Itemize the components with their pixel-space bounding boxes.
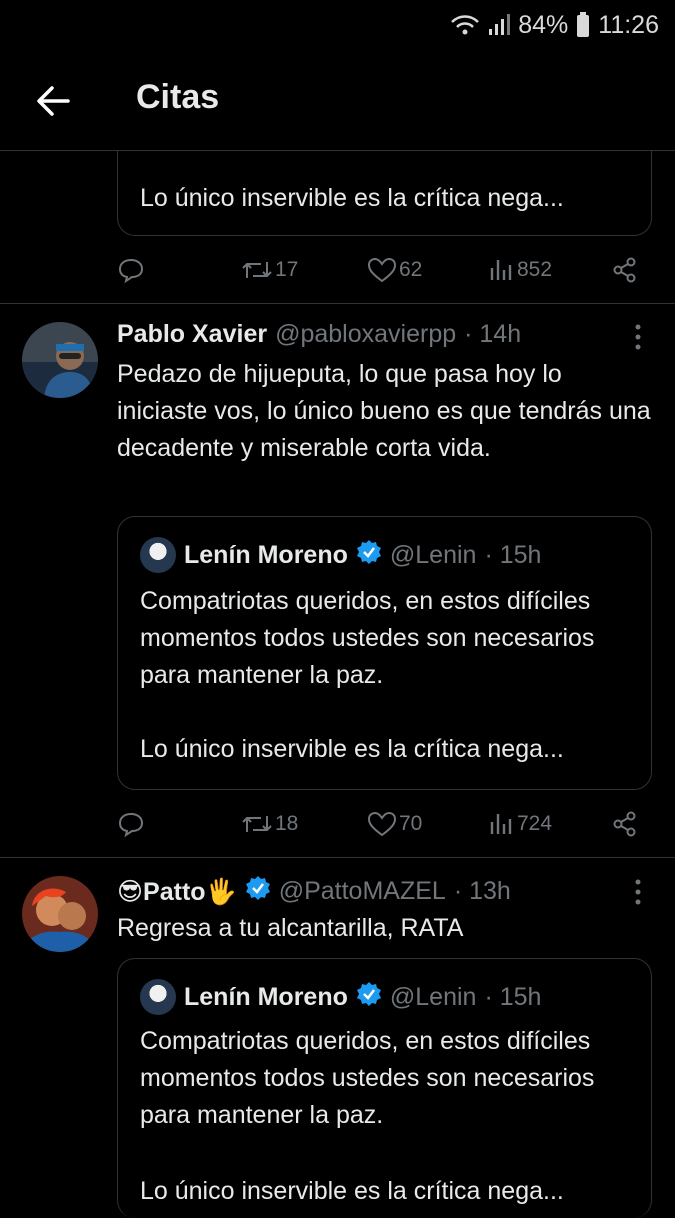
signal-icon (488, 13, 511, 37)
retweet-count: 17 (275, 258, 299, 281)
timestamp: · 13h (453, 877, 511, 905)
battery-icon (576, 12, 590, 38)
views-button[interactable]: 852 (489, 256, 552, 284)
header-divider (0, 150, 675, 151)
clock: 11:26 (598, 10, 659, 39)
quote-handle: @Lenin (389, 540, 477, 569)
battery-percent: 84% (518, 10, 569, 39)
handle[interactable]: @PattoMAZEL (279, 877, 446, 906)
views-count: 852 (517, 258, 553, 281)
tweet-header: 😎Patto🖐 @PattoMAZEL · 13h (117, 875, 511, 908)
avatar[interactable] (22, 322, 98, 398)
heart-icon (367, 257, 397, 283)
retweet-button[interactable]: 18 (241, 810, 298, 838)
quote-card[interactable]: Lenín Moreno @Lenin · 15h Compatriotas q… (117, 516, 652, 790)
tweet-actions: 17 62 852 (117, 252, 642, 288)
quote-avatar (140, 537, 176, 573)
reply-icon (118, 258, 144, 284)
share-icon (613, 257, 636, 283)
tweet-text: Pedazo de hijueputa, lo que pasa hoy lo … (117, 360, 651, 462)
top-app-bar-overlay: Citas (0, 50, 675, 150)
retweet-icon (242, 816, 272, 832)
display-name[interactable]: Pablo Xavier (117, 320, 267, 349)
page-title: Citas (136, 78, 220, 116)
retweet-count: 18 (275, 812, 299, 835)
more-options-icon[interactable] (628, 322, 648, 352)
status-bar-overlay: 84% 11:26 (0, 0, 675, 50)
retweet-icon (242, 262, 272, 278)
avatar[interactable] (22, 876, 98, 952)
more-options-icon[interactable] (628, 877, 648, 907)
like-button[interactable]: 70 (367, 810, 422, 838)
tweet-text: Regresa a tu alcantarilla, RATA (117, 914, 464, 942)
verified-badge-icon (356, 539, 382, 572)
reply-button[interactable] (117, 256, 145, 284)
like-button[interactable]: 62 (367, 256, 422, 284)
tweet-actions: 18 70 724 (117, 806, 642, 842)
quote-header: Lenín Moreno @Lenin · 15h (140, 537, 541, 573)
tweet-divider (0, 303, 675, 304)
quote-display-name: Lenín Moreno (184, 982, 348, 1011)
back-arrow-icon[interactable] (34, 82, 72, 120)
share-icon (613, 811, 636, 837)
quote-text-continued: Lo único inservible es la crítica nega..… (140, 735, 564, 763)
tweet-header: Pablo Xavier @pabloxavierpp · 14h (117, 320, 521, 349)
quote-text: Lo único inservible es la crítica nega..… (140, 184, 564, 212)
quote-text: Compatriotas queridos, en estos difícile… (140, 587, 595, 689)
reply-icon (118, 812, 144, 838)
quote-handle: @Lenin (389, 982, 477, 1011)
timestamp: · 14h (464, 320, 522, 348)
quote-text: Compatriotas queridos, en estos difícile… (140, 1027, 595, 1129)
display-name[interactable]: 😎Patto🖐 (117, 877, 237, 907)
verified-badge-icon (356, 981, 382, 1014)
quote-text-continued: Lo único inservible es la crítica nega..… (140, 1177, 564, 1205)
heart-icon (367, 811, 397, 837)
quote-header: Lenín Moreno @Lenin · 15h (140, 979, 541, 1015)
quote-timestamp: · 15h (484, 540, 542, 569)
share-button[interactable] (611, 810, 639, 838)
handle[interactable]: @pabloxavierpp (275, 320, 456, 349)
tweet-divider (0, 857, 675, 858)
like-count: 70 (399, 812, 423, 835)
quote-timestamp: · 15h (484, 982, 542, 1011)
analytics-icon (490, 260, 512, 280)
quote-card[interactable]: Lenín Moreno @Lenin · 15h Compatriotas q… (117, 958, 652, 1218)
quote-display-name: Lenín Moreno (184, 540, 348, 569)
wifi-icon (450, 13, 480, 37)
retweet-button[interactable]: 17 (241, 256, 298, 284)
like-count: 62 (399, 258, 423, 281)
analytics-icon (490, 814, 512, 834)
verified-badge-icon (245, 875, 271, 908)
views-button[interactable]: 724 (489, 810, 552, 838)
views-count: 724 (517, 812, 553, 835)
reply-button[interactable] (117, 810, 145, 838)
share-button[interactable] (611, 256, 639, 284)
quote-avatar (140, 979, 176, 1015)
